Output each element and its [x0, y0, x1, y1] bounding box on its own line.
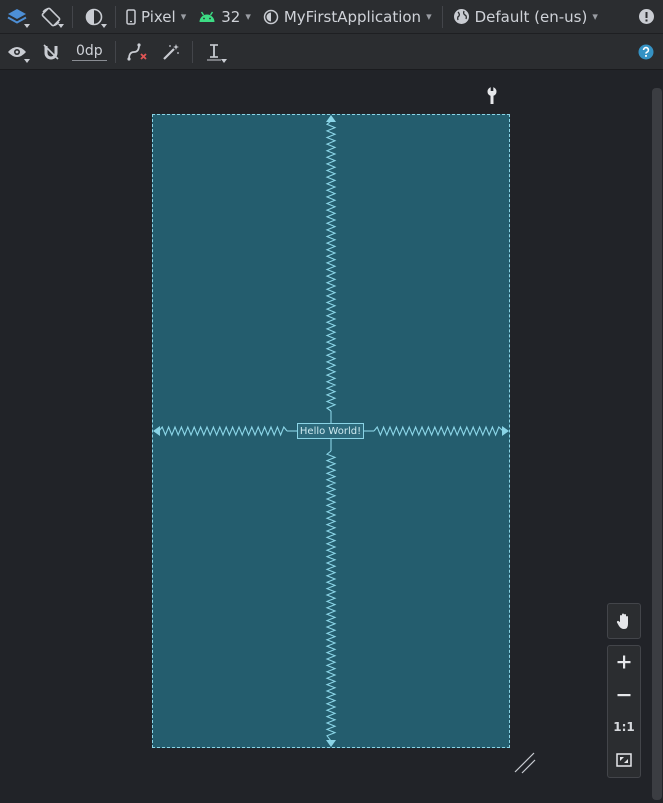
left-constraint-spring — [158, 425, 288, 437]
top-constraint-spring — [325, 120, 337, 412]
toolbar-separator — [191, 40, 193, 63]
zoom-to-fit-icon — [616, 753, 632, 767]
chevron-down-icon: ▾ — [180, 10, 187, 23]
text-baseline-icon — [206, 43, 221, 60]
left-anchor-arrow — [153, 426, 160, 436]
eye-icon — [8, 46, 26, 57]
device-selector[interactable]: Pixel ▾ — [120, 2, 192, 32]
actual-size-button[interactable]: 1:1 — [608, 711, 640, 744]
theme-icon — [263, 9, 279, 24]
clear-constraints-button[interactable] — [120, 37, 154, 67]
device-label: Pixel — [141, 7, 176, 26]
dropdown-indicator — [24, 23, 30, 28]
vertical-scrollbar[interactable] — [652, 88, 662, 800]
top-anchor-arrow — [326, 115, 336, 122]
zoom-to-fit-button[interactable] — [608, 744, 640, 777]
layout-toolbar: Pixel ▾ 32 ▾ MyFirstApplication ▾ Defaul… — [0, 0, 663, 34]
right-anchor-arrow — [502, 426, 509, 436]
wrench-icon[interactable] — [484, 86, 500, 106]
zoom-out-button[interactable] — [608, 679, 640, 712]
infer-constraints-button[interactable] — [154, 37, 188, 67]
toolbar-separator — [115, 5, 116, 28]
help-icon — [638, 44, 654, 59]
night-mode-button[interactable] — [77, 2, 111, 32]
dropdown-indicator — [58, 23, 64, 28]
default-margin-field[interactable]: 0dp — [72, 42, 107, 61]
bottom-anchor-arrow — [326, 740, 336, 747]
locale-label: Default (en-us) — [474, 7, 588, 26]
android-icon — [199, 11, 215, 22]
hello-world-textview[interactable]: Hello World! — [297, 423, 364, 439]
globe-icon — [453, 9, 469, 24]
clear-constraints-icon — [127, 42, 147, 61]
guidelines-button[interactable] — [197, 37, 231, 67]
dropdown-indicator — [101, 23, 107, 28]
right-constraint-spring — [373, 425, 504, 437]
constraint-toolbar: 0dp — [0, 34, 663, 70]
locale-selector[interactable]: Default (en-us) ▾ — [447, 2, 604, 32]
zoom-controls: 1:1 — [607, 645, 641, 778]
theme-selector[interactable]: MyFirstApplication ▾ — [257, 2, 438, 32]
theme-label: MyFirstApplication — [283, 7, 422, 26]
orientation-button[interactable] — [34, 2, 68, 32]
hand-icon — [616, 613, 628, 629]
bottom-constraint-spring — [325, 450, 337, 742]
chevron-down-icon: ▾ — [426, 10, 432, 23]
chevron-down-icon: ▾ — [592, 10, 598, 23]
magnet-off-icon — [43, 43, 59, 60]
toolbar-separator — [441, 5, 443, 28]
blueprint-screen[interactable]: Hello World! — [152, 114, 510, 748]
toolbar-separator — [72, 5, 73, 28]
issues-button[interactable] — [629, 2, 663, 32]
dropdown-indicator — [24, 58, 30, 63]
pan-button[interactable] — [607, 603, 641, 639]
minus-icon — [617, 693, 631, 696]
view-options-button[interactable] — [0, 37, 34, 67]
warning-icon — [638, 9, 654, 24]
resize-handle-icon[interactable] — [514, 752, 536, 774]
api-level-label: 32 — [221, 7, 241, 26]
zoom-in-button[interactable] — [608, 646, 640, 679]
magic-wand-icon — [162, 43, 179, 60]
autoconnect-toggle[interactable] — [34, 37, 68, 67]
chevron-down-icon: ▾ — [245, 10, 251, 23]
phone-icon — [126, 8, 136, 25]
help-button[interactable] — [629, 37, 663, 67]
api-level-selector[interactable]: 32 ▾ — [192, 2, 257, 32]
toolbar-separator — [114, 40, 116, 63]
dropdown-indicator — [220, 58, 227, 63]
plus-icon — [617, 655, 631, 669]
design-surface-toggle[interactable] — [0, 2, 34, 32]
